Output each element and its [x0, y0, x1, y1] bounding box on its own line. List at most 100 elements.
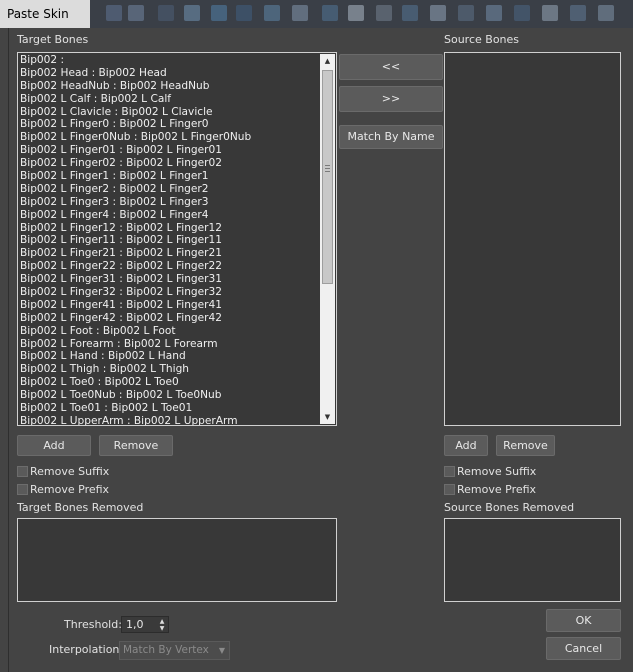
ok-button[interactable]: OK [546, 609, 621, 632]
target-add-button[interactable]: Add [17, 435, 91, 456]
list-item[interactable]: Bip002 L Forearm : Bip002 L Forearm [20, 338, 318, 351]
toolbar-icon [106, 5, 122, 21]
target-remove-label: Remove [113, 439, 159, 452]
source-remove-prefix-label: Remove Prefix [457, 483, 537, 496]
move-right-button[interactable]: >> [339, 86, 443, 112]
title-bar: Paste Skin Data [0, 0, 633, 28]
list-item[interactable]: Bip002 L Toe0 : Bip002 L Toe0 [20, 376, 318, 389]
toolbar-icon [236, 5, 252, 21]
toolbar-icon [514, 5, 530, 21]
cancel-button[interactable]: Cancel [546, 637, 621, 660]
target-bones-removed-list[interactable] [17, 518, 337, 602]
move-right-label: >> [381, 92, 401, 105]
target-remove-suffix-label: Remove Suffix [30, 465, 110, 478]
list-item[interactable]: Bip002 HeadNub : Bip002 HeadNub [20, 80, 318, 93]
source-remove-suffix-checkbox[interactable] [444, 466, 455, 477]
interpolation-value: Match By Vertex [123, 644, 209, 656]
dropdown-arrow-icon: ▼ [218, 646, 225, 655]
move-left-label: << [381, 60, 401, 73]
toolbar-icon [128, 5, 144, 21]
window-title: Paste Skin Data [0, 0, 90, 28]
toolbar-icon [158, 5, 174, 21]
toolbar-icon [264, 5, 280, 21]
target-remove-button[interactable]: Remove [99, 435, 173, 456]
list-item[interactable]: Bip002 L UpperArm : Bip002 L UpperArm [20, 415, 318, 425]
list-item[interactable]: Bip002 L Clavicle : Bip002 L Clavicle [20, 106, 318, 119]
list-item[interactable]: Bip002 L Finger4 : Bip002 L Finger4 [20, 209, 318, 222]
threshold-spinner[interactable]: 1,0 ▲ ▼ [121, 616, 169, 633]
toolbar-icon [570, 5, 586, 21]
toolbar-icon [348, 5, 364, 21]
list-item[interactable]: Bip002 L Finger22 : Bip002 L Finger22 [20, 260, 318, 273]
list-item[interactable]: Bip002 L Finger41 : Bip002 L Finger41 [20, 299, 318, 312]
toolbar-icon [598, 5, 614, 21]
target-bones-scrollbar[interactable]: ▲ ▼ [320, 54, 335, 424]
target-add-label: Add [43, 439, 65, 452]
spinner-up-icon[interactable]: ▲ [158, 618, 166, 625]
toolbar-icon [292, 5, 308, 21]
scrollbar-thumb[interactable] [322, 70, 333, 284]
list-item[interactable]: Bip002 L Thigh : Bip002 L Thigh [20, 363, 318, 376]
toolbar-icon [376, 5, 392, 21]
source-remove-label: Remove [503, 439, 548, 452]
source-bones-list[interactable] [444, 52, 621, 426]
target-bones-items: Bip002 : Bip002 Head : Bip002 Head Bip002 … [20, 54, 318, 425]
list-item[interactable]: Bip002 L Hand : Bip002 L Hand [20, 350, 318, 363]
list-item[interactable]: Bip002 L Finger3 : Bip002 L Finger3 [20, 196, 318, 209]
list-item[interactable]: Bip002 L Finger1 : Bip002 L Finger1 [20, 170, 318, 183]
target-bones-list[interactable]: Bip002 : Bip002 Head : Bip002 Head Bip002 … [17, 52, 337, 426]
target-bones-header: Target Bones [17, 33, 89, 46]
list-item[interactable]: Bip002 L Finger0Nub : Bip002 L Finger0Nu… [20, 131, 318, 144]
source-remove-suffix-label: Remove Suffix [457, 465, 537, 478]
interpolation-label: Interpolation: [49, 643, 124, 656]
scrollbar-grip [325, 168, 330, 169]
scroll-up-arrow-icon[interactable]: ▲ [320, 54, 335, 68]
ok-label: OK [575, 614, 592, 627]
list-item[interactable]: Bip002 L Finger0 : Bip002 L Finger0 [20, 118, 318, 131]
toolbar-icon [322, 5, 338, 21]
source-remove-prefix-checkbox[interactable] [444, 484, 455, 495]
list-item[interactable]: Bip002 L Finger02 : Bip002 L Finger02 [20, 157, 318, 170]
toolbar-icon [184, 5, 200, 21]
source-bones-removed-header: Source Bones Removed [444, 501, 575, 514]
toolbar-icon [402, 5, 418, 21]
list-item[interactable]: Bip002 : [20, 54, 318, 67]
interpolation-dropdown[interactable]: Match By Vertex ▼ [119, 641, 230, 660]
list-item[interactable]: Bip002 L Foot : Bip002 L Foot [20, 325, 318, 338]
list-item[interactable]: Bip002 L Toe0Nub : Bip002 L Toe0Nub [20, 389, 318, 402]
toolbar-icon [430, 5, 446, 21]
match-by-name-label: Match By Name [347, 130, 435, 143]
target-remove-prefix-checkbox[interactable] [17, 484, 28, 495]
list-item[interactable]: Bip002 L Finger11 : Bip002 L Finger11 [20, 234, 318, 247]
toolbar-icon [486, 5, 502, 21]
list-item[interactable]: Bip002 L Finger21 : Bip002 L Finger21 [20, 247, 318, 260]
scrollbar-grip [325, 171, 330, 172]
source-remove-button[interactable]: Remove [496, 435, 555, 456]
toolbar-icon [542, 5, 558, 21]
toolbar-icon [458, 5, 474, 21]
list-item[interactable]: Bip002 L Finger12 : Bip002 L Finger12 [20, 222, 318, 235]
target-remove-suffix-checkbox[interactable] [17, 466, 28, 477]
list-item[interactable]: Bip002 L Calf : Bip002 L Calf [20, 93, 318, 106]
list-item[interactable]: Bip002 L Finger42 : Bip002 L Finger42 [20, 312, 318, 325]
source-bones-removed-list[interactable] [444, 518, 621, 602]
scrollbar-grip [325, 165, 330, 166]
source-bones-header: Source Bones [444, 33, 520, 46]
list-item[interactable]: Bip002 Head : Bip002 Head [20, 67, 318, 80]
list-item[interactable]: Bip002 L Finger31 : Bip002 L Finger31 [20, 273, 318, 286]
match-by-name-button[interactable]: Match By Name [339, 125, 443, 149]
move-left-button[interactable]: << [339, 54, 443, 80]
spinner-down-icon[interactable]: ▼ [158, 625, 166, 632]
threshold-label: Threshold: [64, 618, 122, 631]
cancel-label: Cancel [564, 642, 603, 655]
scroll-down-arrow-icon[interactable]: ▼ [320, 410, 335, 424]
background-toolbar [96, 5, 633, 23]
list-item[interactable]: Bip002 L Finger2 : Bip002 L Finger2 [20, 183, 318, 196]
target-bones-removed-header: Target Bones Removed [17, 501, 144, 514]
list-item[interactable]: Bip002 L Finger32 : Bip002 L Finger32 [20, 286, 318, 299]
toolbar-icon [211, 5, 227, 21]
list-item[interactable]: Bip002 L Toe01 : Bip002 L Toe01 [20, 402, 318, 415]
source-add-button[interactable]: Add [444, 435, 488, 456]
source-add-label: Add [455, 439, 477, 452]
list-item[interactable]: Bip002 L Finger01 : Bip002 L Finger01 [20, 144, 318, 157]
